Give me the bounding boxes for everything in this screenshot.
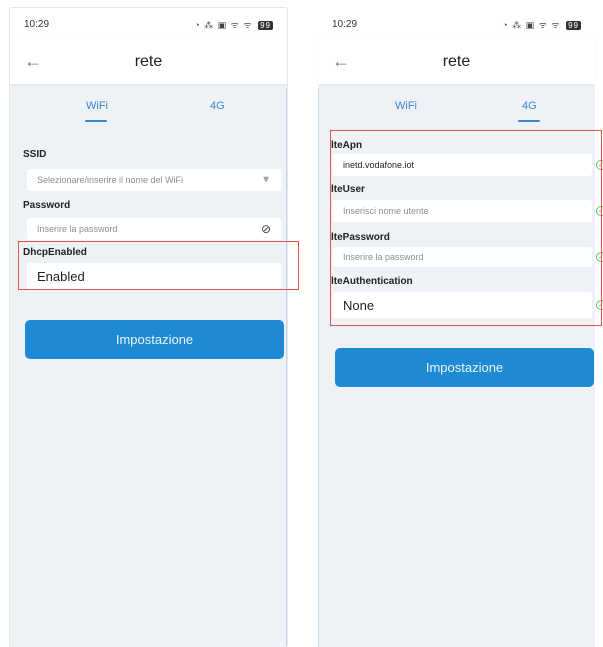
tab-bar: WiFi 4G	[10, 100, 287, 130]
signal-icons: ◔ ⁂ ▣ ᯤ ᯤ	[502, 19, 561, 30]
tab-4g[interactable]: 4G	[522, 100, 537, 112]
ssid-select[interactable]: Selezionare/inserire il nome del WiFi ▼	[27, 169, 281, 191]
password-input[interactable]: Inserire la password ⊘	[27, 218, 281, 240]
status-time: 10:29	[332, 18, 358, 30]
highlight-box-4g-fields	[330, 130, 602, 326]
highlight-box-dhcp	[18, 241, 299, 290]
phone-screen-4g: 10:29 ◔ ⁂ ▣ ᯤ ᯤ 99 ← rete WiFi 4G lteApn…	[318, 8, 603, 647]
active-tab-indicator	[518, 120, 540, 122]
page-title: rete	[442, 53, 471, 70]
app-bar: ← rete	[318, 40, 595, 84]
page-title: rete	[134, 53, 163, 70]
battery-icon: 99	[258, 20, 273, 30]
status-icons: ◔ ⁂ ▣ ᯤ ᯤ 99	[502, 18, 581, 31]
status-time: 10:29	[24, 18, 50, 30]
battery-icon: 99	[566, 20, 581, 30]
eye-off-icon[interactable]: ⊘	[261, 222, 271, 236]
back-arrow-icon[interactable]: ←	[332, 51, 350, 71]
active-tab-indicator	[85, 120, 107, 122]
ssid-placeholder: Selezionare/inserire il nome del WiFi	[37, 175, 184, 185]
password-placeholder: Inserire la password	[37, 224, 118, 234]
phone-screen-wifi: 10:29 ◔ ⁂ ▣ ᯤ ᯤ 99 ← rete WiFi 4G SSID S…	[10, 8, 287, 647]
status-icons: ◔ ⁂ ▣ ᯤ ᯤ 99	[194, 18, 273, 31]
back-arrow-icon[interactable]: ←	[24, 51, 42, 71]
password-label: Password	[23, 200, 71, 211]
tab-wifi[interactable]: WiFi	[395, 100, 417, 112]
tab-4g[interactable]: 4G	[210, 100, 225, 112]
signal-icons: ◔ ⁂ ▣ ᯤ ᯤ	[194, 19, 253, 30]
tab-wifi[interactable]: WiFi	[86, 100, 108, 112]
impostazione-button[interactable]: Impostazione	[335, 348, 594, 387]
app-bar: ← rete	[10, 40, 287, 84]
dropdown-arrow-icon[interactable]: ▼	[261, 175, 271, 186]
ssid-label: SSID	[23, 149, 47, 160]
tab-bar: WiFi 4G	[318, 100, 595, 130]
status-bar: 10:29 ◔ ⁂ ▣ ᯤ ᯤ 99	[10, 8, 287, 40]
status-bar: 10:29 ◔ ⁂ ▣ ᯤ ᯤ 99	[318, 8, 595, 40]
impostazione-button[interactable]: Impostazione	[25, 320, 284, 359]
